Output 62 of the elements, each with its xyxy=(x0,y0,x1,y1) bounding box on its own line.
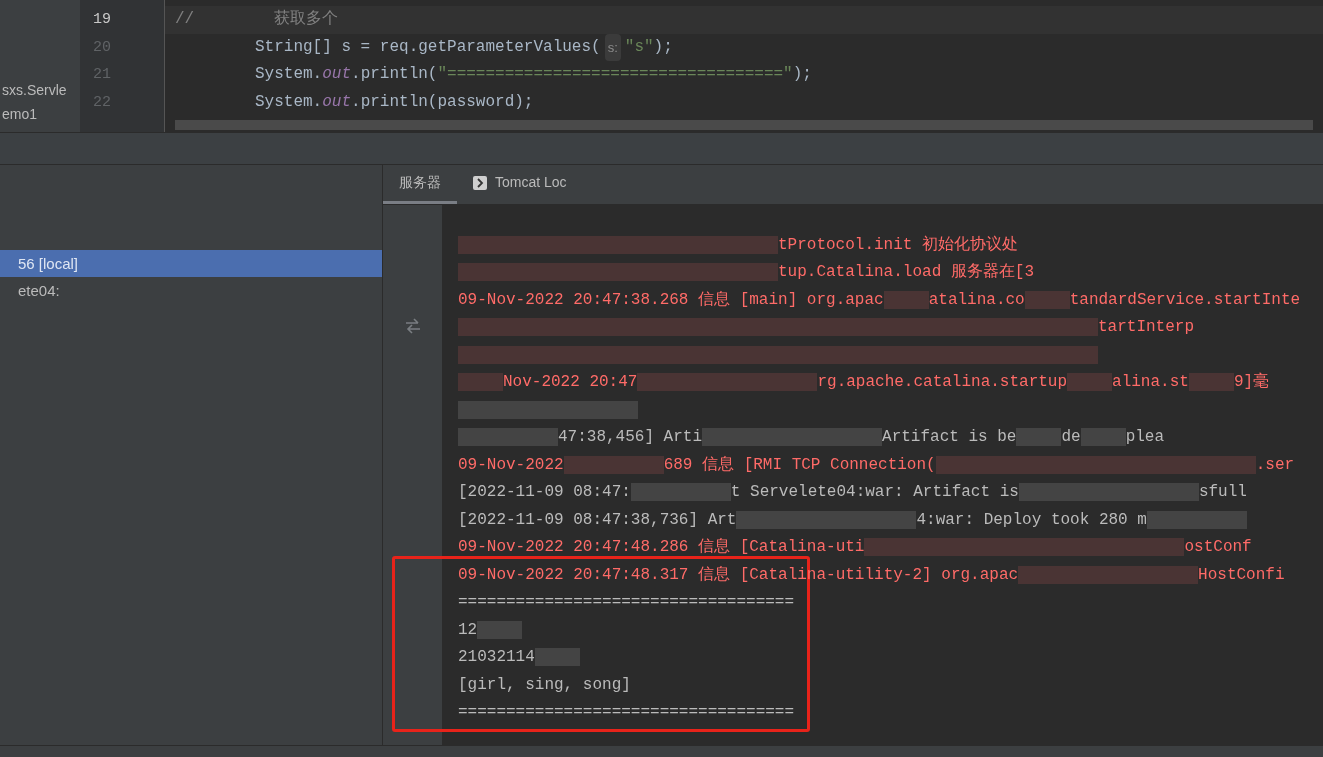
console-text: Nov-2022 20:47 xyxy=(503,372,638,394)
console-text: HostConfi xyxy=(1198,564,1285,586)
code-token: // xyxy=(175,9,195,30)
console-text: alina.st xyxy=(1112,372,1189,394)
console-text: t Servelete04:war: Artifact is xyxy=(730,482,1019,504)
console-text: tartInterp xyxy=(1098,317,1194,339)
redacted-area xyxy=(458,373,503,392)
console-text: 09-Nov-2022 20:47:48.286 信息 [Catalina-uti xyxy=(458,537,865,559)
console-text: 21032114 xyxy=(458,647,535,669)
console-text: Artifact is be xyxy=(882,427,1017,449)
transfer-icon[interactable] xyxy=(403,317,422,335)
redacted-area xyxy=(883,290,929,309)
redacted-area xyxy=(534,648,580,667)
console-text: .ser xyxy=(1255,454,1295,476)
console-text: 12 xyxy=(458,619,478,641)
console-text: [2022-11-09 08:47:38,736] Art xyxy=(458,509,737,531)
code-token: ); xyxy=(792,64,812,85)
parameter-hint: s: xyxy=(604,33,621,61)
console-text: tandardService.startInte xyxy=(1069,289,1301,311)
redacted-area xyxy=(1188,373,1234,392)
tree-row[interactable]: 56 [local] xyxy=(0,250,382,277)
line-number: 19 xyxy=(92,10,112,30)
console-text: ostConf xyxy=(1184,537,1252,559)
console-text: atalina.co xyxy=(928,289,1025,311)
redacted-area xyxy=(1080,428,1126,447)
scrollbar[interactable] xyxy=(175,120,1313,130)
console-text: de xyxy=(1061,427,1081,449)
redacted-area xyxy=(1024,290,1070,309)
redacted-area xyxy=(1016,428,1062,447)
code-token: ); xyxy=(653,36,673,58)
console-text: tup.Catalina.load 服务器在[3 xyxy=(778,262,1035,284)
console-text: 689 信息 [RMI TCP Connection( xyxy=(663,454,936,476)
console-text: [2022-11-09 08:47: xyxy=(458,482,631,504)
code-token: .println( xyxy=(351,64,438,85)
code-token: out xyxy=(322,91,352,113)
code-token: System. xyxy=(255,64,323,85)
console-text: 9]毫 xyxy=(1233,371,1270,394)
tree-row[interactable]: ete04: xyxy=(0,277,382,304)
console-text: sfull xyxy=(1198,482,1247,504)
console-text: plea xyxy=(1125,427,1165,449)
code-token: out xyxy=(322,64,352,85)
console-text: tProtocol.init 初始化协议处 xyxy=(778,234,1019,256)
tree-item[interactable]: emo1 xyxy=(0,102,80,126)
console-text: 09-Nov-2022 xyxy=(458,454,564,476)
tab[interactable]: Tomcat Loc xyxy=(457,164,583,204)
redacted-area xyxy=(477,620,523,639)
code-token: "===================================" xyxy=(437,64,793,85)
console-text: =================================== xyxy=(458,592,795,614)
tree-item[interactable]: sxs.Servle xyxy=(0,78,80,102)
console-icon xyxy=(473,175,487,190)
code-token: 获取多个 xyxy=(274,8,339,30)
code-token: "s" xyxy=(624,36,654,58)
code-token: String[] s = req.getParameterValues( xyxy=(255,36,601,58)
console-text: =================================== xyxy=(458,702,795,724)
console-text: 4:war: Deploy took 280 m xyxy=(916,509,1147,531)
code-token: .println(password); xyxy=(351,91,534,113)
console-text: rg.apache.catalina.startup xyxy=(817,372,1068,394)
console-text: 47:38,456] Arti xyxy=(558,427,703,449)
code-token: System. xyxy=(255,91,323,113)
console-text: [girl, sing, song] xyxy=(458,674,631,696)
console-text: 09-Nov-2022 20:47:38.268 信息 [main] org.apac xyxy=(458,289,884,311)
redacted-area xyxy=(1067,373,1113,392)
